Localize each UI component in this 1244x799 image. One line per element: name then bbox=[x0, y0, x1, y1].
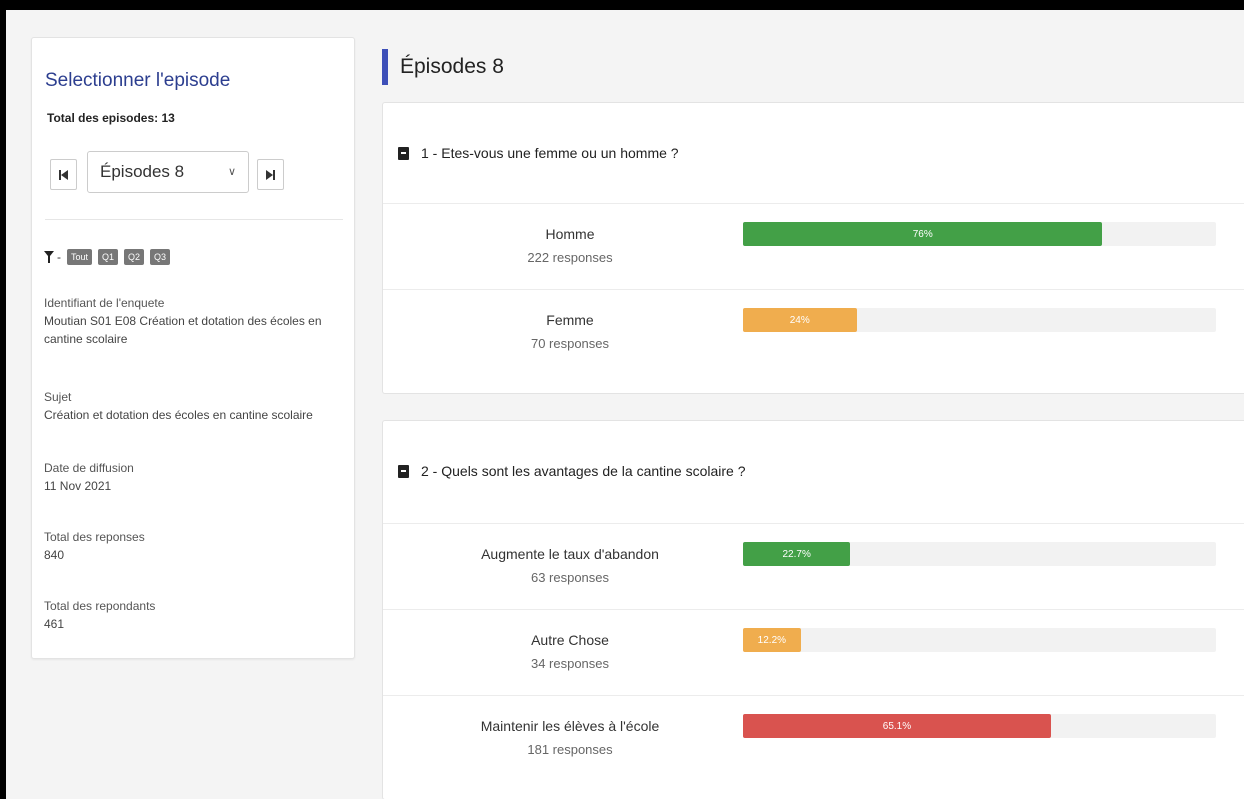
info-value: 11 Nov 2021 bbox=[44, 479, 112, 493]
info-label: Date de diffusion bbox=[44, 461, 134, 475]
answer-row: Homme 222 responses 76% bbox=[383, 204, 1244, 290]
answer-bar-fill: 65.1% bbox=[743, 714, 1051, 738]
app-frame: Selectionner l'episode Total des episode… bbox=[0, 0, 1244, 799]
question-icon bbox=[398, 147, 409, 160]
answer-percent: 24% bbox=[789, 314, 810, 326]
question-card: 2 - Quels sont les avantages de la canti… bbox=[382, 420, 1244, 799]
episode-select[interactable]: Épisodes 8 ∨ bbox=[87, 151, 249, 193]
answer-count: 70 responses bbox=[530, 336, 610, 351]
answer-bar-track: 65.1% bbox=[743, 714, 1216, 738]
info-survey-id: Identifiant de l'enquete Moutian S01 E08… bbox=[44, 294, 344, 348]
answer-bar-fill: 76% bbox=[743, 222, 1103, 246]
filter-tag-q1[interactable]: Q1 bbox=[98, 249, 119, 265]
question-text: 1 - Etes-vous une femme ou un homme ? bbox=[421, 145, 679, 161]
answer-label: Augmente le taux d'abandon bbox=[481, 546, 659, 562]
total-episodes: Total des episodes: 13 bbox=[47, 111, 175, 125]
answer-bar-fill: 24% bbox=[743, 308, 857, 332]
info-subject: Sujet Création et dotation des écoles en… bbox=[44, 388, 359, 424]
question-filter: - Tout Q1 Q2 Q3 bbox=[44, 249, 176, 265]
question-header: 2 - Quels sont les avantages de la canti… bbox=[383, 421, 1244, 524]
answer-label: Maintenir les élèves à l'école bbox=[480, 718, 660, 734]
info-value: Moutian S01 E08 Création et dotation des… bbox=[44, 314, 322, 346]
info-value: 840 bbox=[44, 548, 65, 562]
page-title: Épisodes 8 bbox=[400, 55, 504, 78]
answer-bar-fill: 22.7% bbox=[743, 542, 851, 566]
answer-row: Femme 70 responses 24% bbox=[383, 290, 1244, 394]
answer-label: Homme bbox=[545, 226, 595, 242]
info-label: Total des reponses bbox=[44, 530, 145, 544]
question-card: 1 - Etes-vous une femme ou un homme ? Ho… bbox=[382, 102, 1244, 394]
title-accent-bar bbox=[382, 49, 388, 85]
answer-percent: 12.2% bbox=[757, 634, 787, 646]
first-page-icon bbox=[59, 169, 68, 180]
answer-count: 63 responses bbox=[530, 570, 610, 585]
info-value: 461 bbox=[44, 617, 65, 631]
answer-bar-track: 24% bbox=[743, 308, 1216, 332]
answer-bar-track: 76% bbox=[743, 222, 1216, 246]
answer-percent: 65.1% bbox=[882, 720, 912, 732]
info-broadcast-date: Date de diffusion 11 Nov 2021 bbox=[44, 459, 134, 495]
answer-label: Femme bbox=[546, 312, 594, 328]
info-total-responses: Total des reponses 840 bbox=[44, 528, 145, 564]
answer-count: 34 responses bbox=[530, 656, 610, 671]
info-label: Total des repondants bbox=[44, 599, 156, 613]
info-value: Création et dotation des écoles en canti… bbox=[44, 408, 313, 422]
episode-select-value: Épisodes 8 bbox=[100, 162, 185, 181]
previous-episode-button[interactable] bbox=[50, 159, 77, 190]
chevron-down-icon: ∨ bbox=[227, 166, 236, 178]
answer-bar-track: 22.7% bbox=[743, 542, 1216, 566]
filter-separator: - bbox=[57, 250, 61, 264]
answer-bar-track: 12.2% bbox=[743, 628, 1216, 652]
filter-tag-q2[interactable]: Q2 bbox=[124, 249, 145, 265]
answer-row: Augmente le taux d'abandon 63 responses … bbox=[383, 524, 1244, 610]
filter-tag-all[interactable]: Tout bbox=[67, 249, 93, 265]
answer-label: Autre Chose bbox=[531, 632, 609, 648]
question-header: 1 - Etes-vous une femme ou un homme ? bbox=[383, 103, 1244, 204]
info-label: Sujet bbox=[44, 390, 72, 404]
question-icon bbox=[398, 465, 409, 478]
last-page-icon bbox=[266, 169, 275, 180]
question-text: 2 - Quels sont les avantages de la canti… bbox=[421, 463, 746, 479]
info-label: Identifiant de l'enquete bbox=[44, 296, 165, 310]
answer-count: 222 responses bbox=[527, 250, 613, 265]
answer-percent: 76% bbox=[912, 228, 933, 240]
filter-tag-q3[interactable]: Q3 bbox=[150, 249, 171, 265]
sidebar-title: Selectionner l'episode bbox=[45, 70, 231, 91]
answer-count: 181 responses bbox=[527, 742, 613, 757]
answer-row: Maintenir les élèves à l'école 181 respo… bbox=[383, 696, 1244, 799]
answer-bar-fill: 12.2% bbox=[743, 628, 801, 652]
answer-row: Autre Chose 34 responses 12.2% bbox=[383, 610, 1244, 696]
info-total-respondents: Total des repondants 461 bbox=[44, 597, 155, 633]
filter-icon bbox=[44, 251, 54, 263]
sidebar-divider bbox=[45, 219, 343, 220]
answer-percent: 22.7% bbox=[782, 548, 811, 560]
episode-sidebar: Selectionner l'episode Total des episode… bbox=[31, 37, 355, 659]
next-episode-button[interactable] bbox=[257, 159, 284, 190]
